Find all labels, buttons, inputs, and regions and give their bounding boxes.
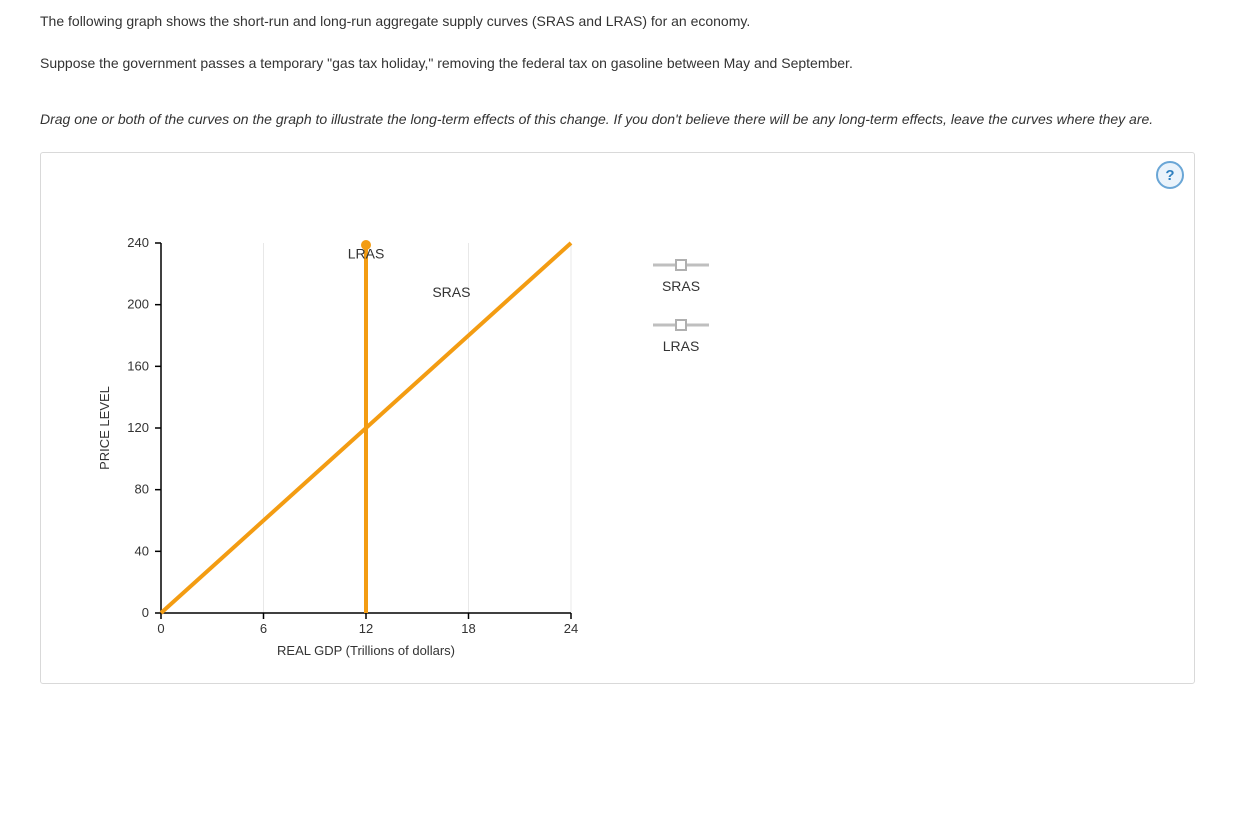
legend-sras-label: SRAS [631, 278, 731, 294]
curve-label-lras: LRAS [348, 246, 385, 262]
help-button[interactable]: ? [1156, 161, 1184, 189]
svg-text:24: 24 [564, 621, 578, 636]
legend-lras-label: LRAS [631, 338, 731, 354]
chart-svg: 0612182404080120160200240REAL GDP (Trill… [91, 233, 601, 673]
help-icon: ? [1165, 167, 1174, 184]
intro-paragraph-1: The following graph shows the short-run … [40, 10, 1195, 34]
svg-text:18: 18 [461, 621, 475, 636]
legend-lras-symbol[interactable] [651, 318, 711, 332]
chart-plot[interactable]: 0612182404080120160200240REAL GDP (Trill… [91, 233, 601, 663]
svg-text:160: 160 [127, 359, 149, 374]
svg-text:40: 40 [135, 544, 149, 559]
svg-text:6: 6 [260, 621, 267, 636]
question-container: The following graph shows the short-run … [0, 0, 1235, 724]
svg-text:REAL GDP (Trillions of dollars: REAL GDP (Trillions of dollars) [277, 643, 455, 658]
intro-text: The following graph shows the short-run … [40, 10, 1195, 76]
intro-paragraph-2: Suppose the government passes a temporar… [40, 52, 1195, 76]
svg-text:80: 80 [135, 482, 149, 497]
svg-text:12: 12 [359, 621, 373, 636]
svg-text:0: 0 [157, 621, 164, 636]
svg-text:120: 120 [127, 420, 149, 435]
svg-text:240: 240 [127, 235, 149, 250]
graph-panel: ? 0612182404080120160200240REAL GDP (Tri… [40, 152, 1195, 684]
svg-text:PRICE LEVEL: PRICE LEVEL [97, 386, 112, 470]
svg-text:200: 200 [127, 297, 149, 312]
chart-legend: SRAS LRAS [631, 258, 731, 378]
legend-sras-symbol[interactable] [651, 258, 711, 272]
curve-label-sras: SRAS [432, 284, 470, 300]
instructions-text: Drag one or both of the curves on the gr… [40, 106, 1195, 133]
svg-text:0: 0 [142, 605, 149, 620]
